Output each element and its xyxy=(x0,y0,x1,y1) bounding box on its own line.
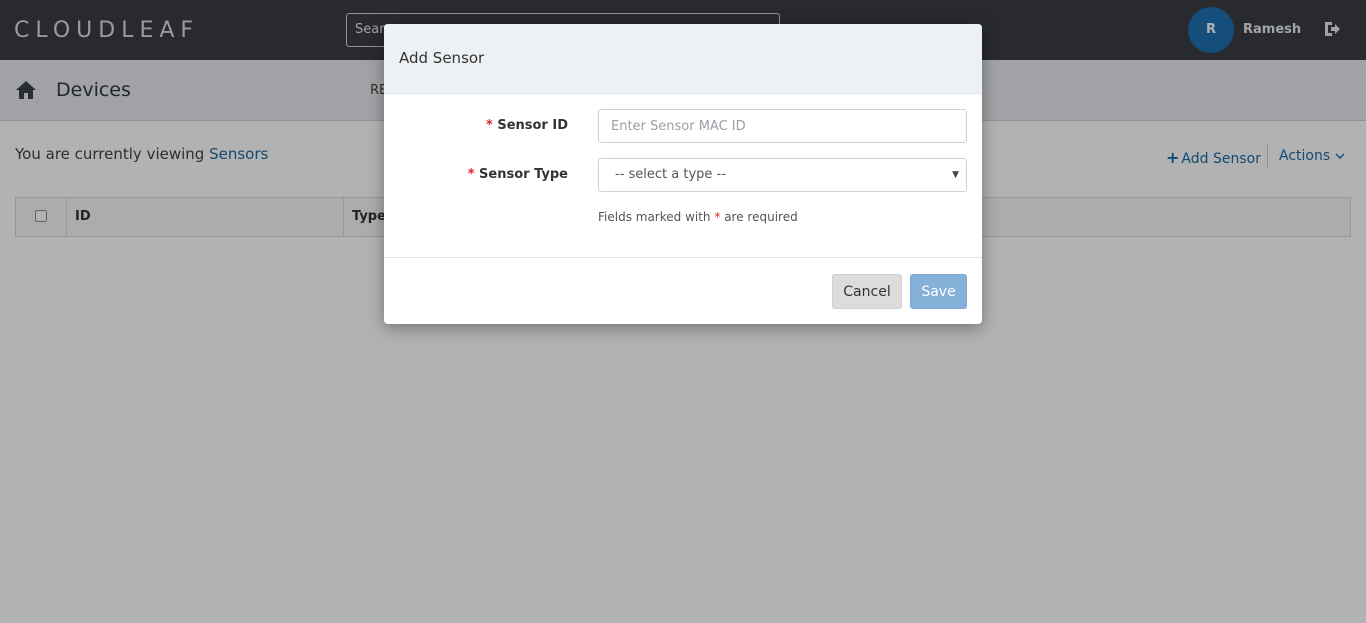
required-marker: * xyxy=(714,210,721,224)
required-marker: * xyxy=(485,118,493,133)
add-sensor-modal: Add Sensor * Sensor ID * Sensor Type -- … xyxy=(384,24,982,324)
help-suffix: are required xyxy=(724,210,798,224)
sensor-type-label: * Sensor Type xyxy=(468,167,568,182)
modal-footer-divider xyxy=(384,257,982,258)
required-marker: * xyxy=(467,167,475,182)
sensor-type-label-text: Sensor Type xyxy=(479,167,568,182)
help-prefix: Fields marked with xyxy=(598,210,711,224)
sensor-id-label: * Sensor ID xyxy=(486,118,568,133)
sensor-type-selected-value: -- select a type -- xyxy=(615,167,726,182)
sensor-id-input[interactable] xyxy=(598,109,967,143)
modal-title: Add Sensor xyxy=(399,49,485,67)
required-fields-note: Fields marked with * are required xyxy=(598,210,798,224)
sensor-id-label-text: Sensor ID xyxy=(497,118,568,133)
modal-header: Add Sensor xyxy=(384,24,982,94)
sensor-type-select[interactable]: -- select a type -- ▼ xyxy=(598,158,967,192)
save-button[interactable]: Save xyxy=(910,274,967,309)
cancel-button[interactable]: Cancel xyxy=(832,274,902,309)
caret-down-icon: ▼ xyxy=(952,170,959,180)
